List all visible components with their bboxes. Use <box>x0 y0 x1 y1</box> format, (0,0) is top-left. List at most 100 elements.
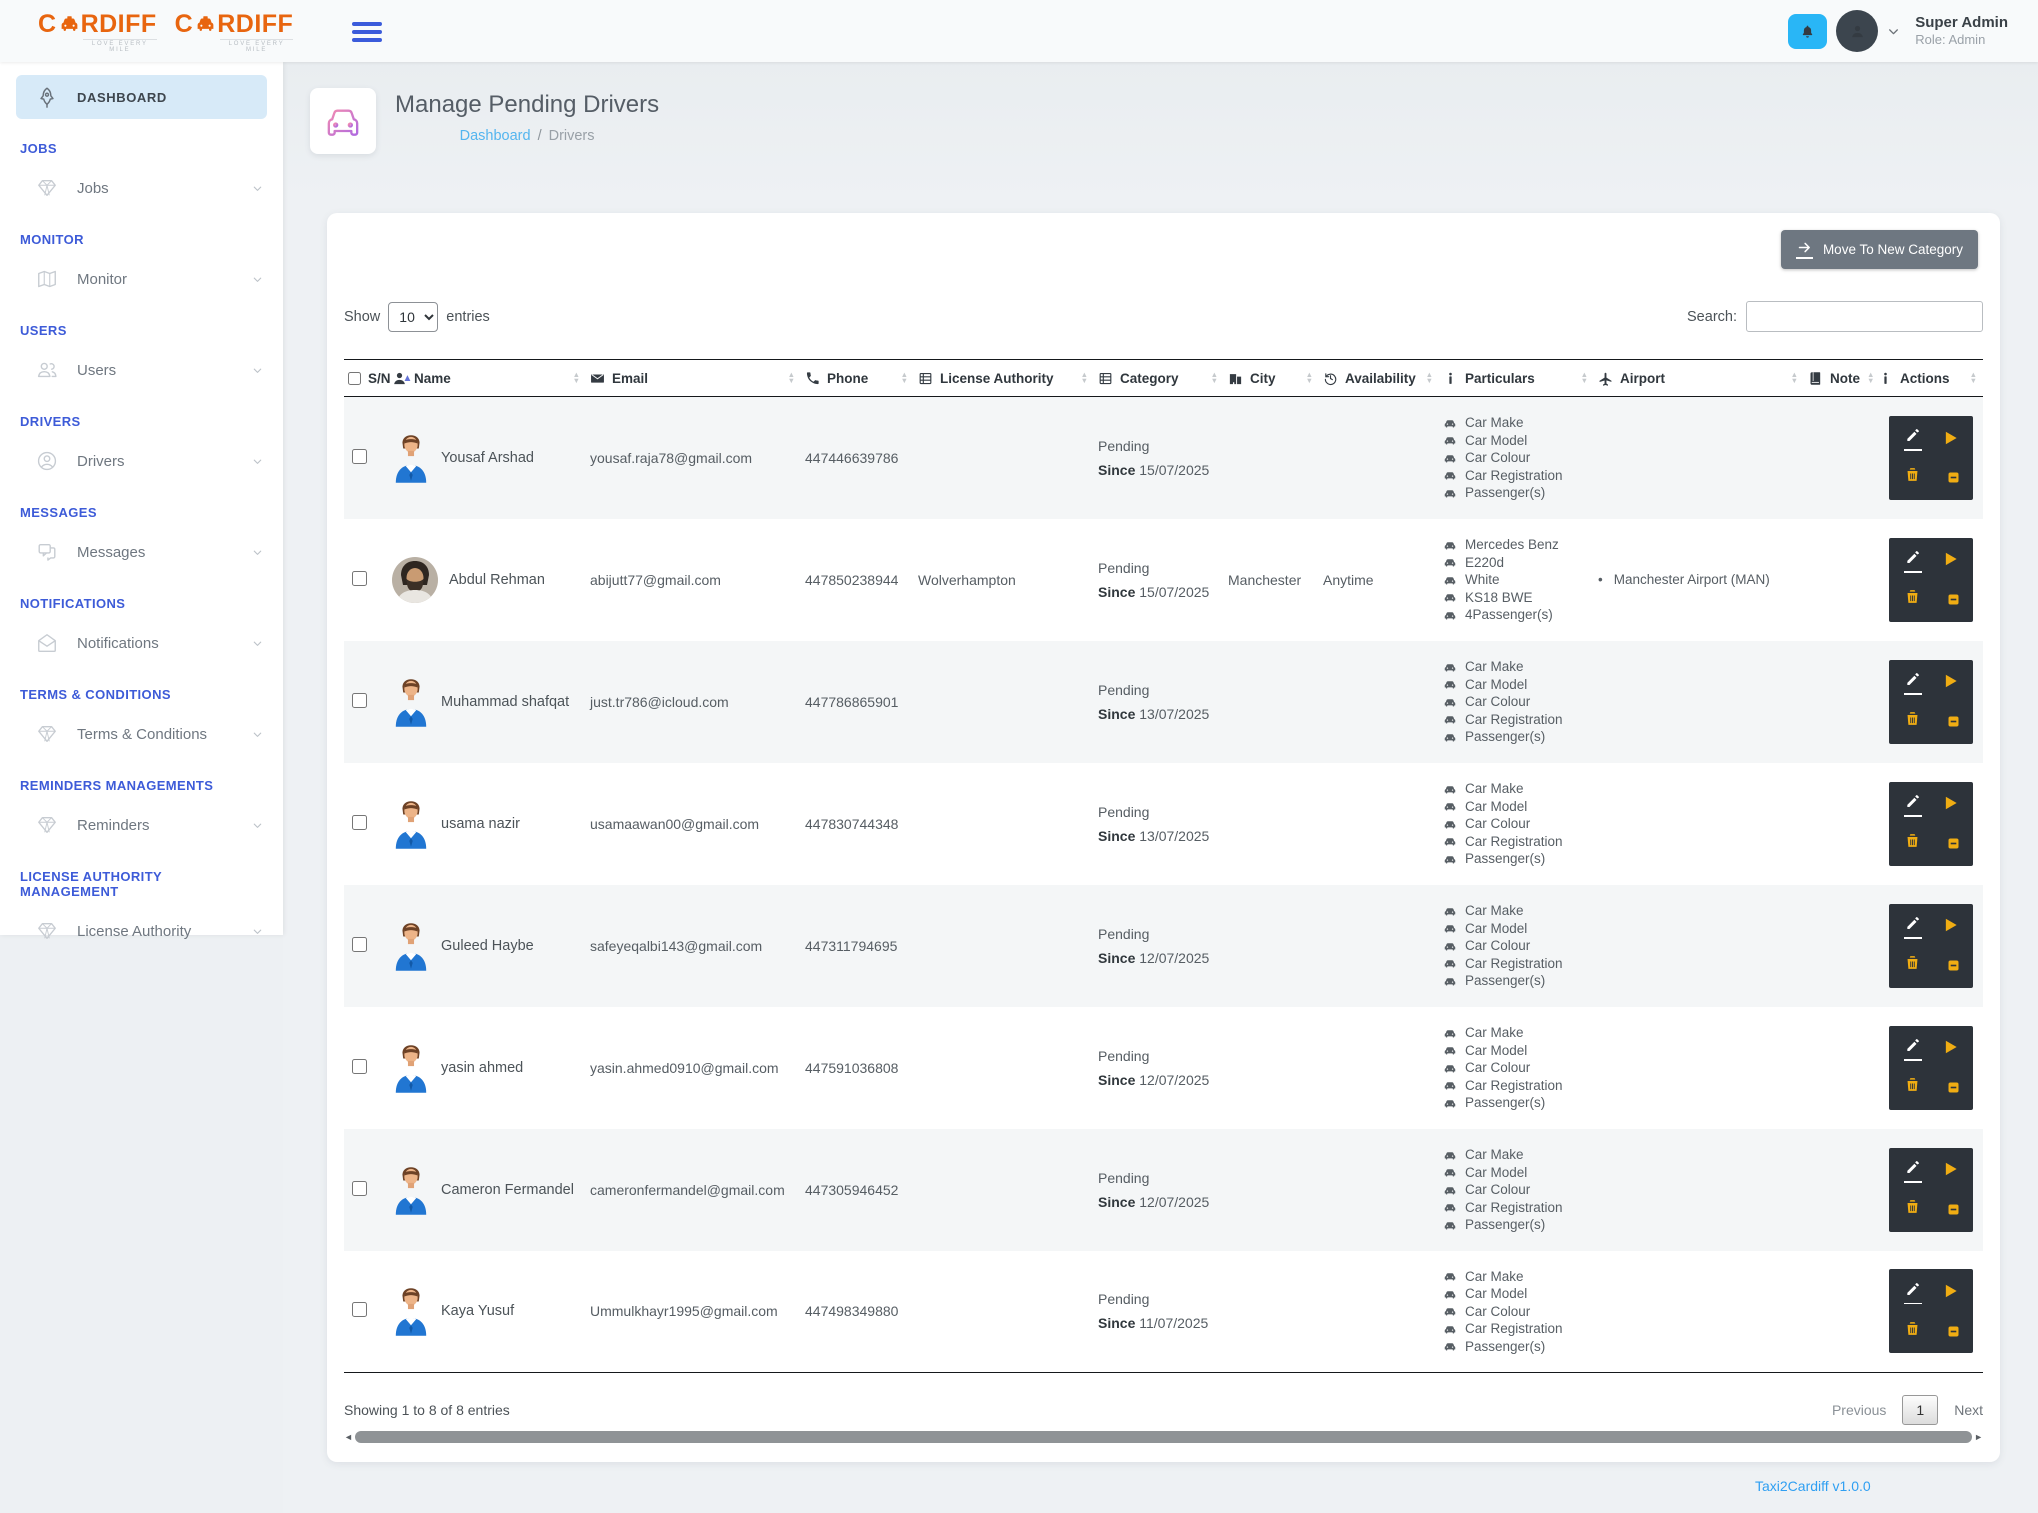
breadcrumb-dashboard-link[interactable]: Dashboard <box>460 128 531 144</box>
row-checkbox[interactable] <box>352 815 367 830</box>
row-checkbox[interactable] <box>352 693 367 708</box>
suspend-button[interactable] <box>1931 945 1968 982</box>
edit-button[interactable] <box>1894 1274 1931 1311</box>
scrollbar-thumb[interactable] <box>355 1431 1972 1443</box>
column-header-license-authority[interactable]: License Authority▲▼ <box>914 360 1094 397</box>
delete-button[interactable] <box>1894 823 1931 860</box>
sidebar-item-users[interactable]: Users <box>0 348 283 392</box>
delete-button[interactable] <box>1894 1311 1931 1348</box>
column-header-phone[interactable]: Phone▲▼ <box>801 360 914 397</box>
approve-button[interactable] <box>1931 665 1968 702</box>
delete-button[interactable] <box>1894 1189 1931 1226</box>
row-checkbox[interactable] <box>352 449 367 464</box>
status-badge: Pending <box>1098 560 1220 576</box>
delete-button[interactable] <box>1894 701 1931 738</box>
row-checkbox[interactable] <box>352 1302 367 1317</box>
suspend-button[interactable] <box>1931 579 1968 616</box>
trash-icon <box>1904 1198 1921 1218</box>
sidebar-item-license-authority[interactable]: License Authority <box>0 909 283 953</box>
suspend-button[interactable] <box>1931 823 1968 860</box>
approve-button[interactable] <box>1931 543 1968 580</box>
particulars-list: Car MakeCar ModelCar ColourCar Registrat… <box>1443 659 1590 744</box>
column-header-email[interactable]: Email▲▼ <box>586 360 801 397</box>
approve-button[interactable] <box>1931 421 1968 458</box>
page-size-select[interactable]: 10 <box>388 302 438 332</box>
row-checkbox[interactable] <box>352 1181 367 1196</box>
suspend-button[interactable] <box>1931 1311 1968 1348</box>
pagination-previous[interactable]: Previous <box>1832 1402 1886 1418</box>
delete-button[interactable] <box>1894 945 1931 982</box>
delete-button[interactable] <box>1894 458 1931 495</box>
delete-button[interactable] <box>1894 1067 1931 1104</box>
sidebar-item-monitor[interactable]: Monitor <box>0 257 283 301</box>
approve-button[interactable] <box>1931 1031 1968 1068</box>
row-checkbox[interactable] <box>352 1059 367 1074</box>
scroll-right-arrow[interactable]: ► <box>1974 1432 1983 1442</box>
notifications-bell-button[interactable] <box>1788 14 1827 49</box>
column-header-name[interactable]: Name▲▼ <box>388 360 586 397</box>
sidebar-group: LICENSE AUTHORITY MANAGEMENT License Aut… <box>0 847 283 953</box>
column-header-note[interactable]: Note▲▼ <box>1804 360 1874 397</box>
pagination-next[interactable]: Next <box>1954 1402 1983 1418</box>
suspend-button[interactable] <box>1931 1189 1968 1226</box>
logo-secondary[interactable]: CRDIFF LOVE EVERY MILE <box>175 10 294 53</box>
footer-version-link[interactable]: Taxi2Cardiff v1.0.0 <box>1755 1478 1871 1494</box>
row-checkbox[interactable] <box>352 937 367 952</box>
sidebar-item-dashboard[interactable]: DASHBOARD <box>16 75 267 119</box>
approve-button[interactable] <box>1931 1153 1968 1190</box>
logo-tagline: LOVE EVERY MILE <box>83 39 157 53</box>
chevron-down-icon[interactable] <box>1887 25 1900 38</box>
sidebar-item-terms-conditions[interactable]: Terms & Conditions <box>0 712 283 756</box>
suspend-button[interactable] <box>1931 1067 1968 1104</box>
car-icon <box>1443 555 1457 569</box>
move-to-new-category-button[interactable]: Move To New Category <box>1781 230 1978 269</box>
scroll-left-arrow[interactable]: ◄ <box>344 1432 353 1442</box>
list-icon <box>918 371 933 386</box>
sidebar-item-drivers[interactable]: Drivers <box>0 439 283 483</box>
search-label: Search: <box>1687 309 1737 325</box>
edit-button[interactable] <box>1894 543 1931 580</box>
column-header-sn[interactable]: S/N▲ <box>344 360 388 397</box>
approve-button[interactable] <box>1931 787 1968 824</box>
edit-button[interactable] <box>1894 787 1931 824</box>
car-icon <box>1443 1339 1457 1353</box>
column-header-particulars[interactable]: Particulars▲▼ <box>1439 360 1594 397</box>
delete-button[interactable] <box>1894 579 1931 616</box>
driver-since-date: 15/07/2025 <box>1139 462 1209 478</box>
suspend-button[interactable] <box>1931 701 1968 738</box>
edit-button[interactable] <box>1894 665 1931 702</box>
column-header-airport[interactable]: Airport▲▼ <box>1594 360 1804 397</box>
user-avatar[interactable] <box>1836 10 1878 52</box>
page-title: Manage Pending Drivers <box>395 91 659 119</box>
column-header-availability[interactable]: Availability▲▼ <box>1319 360 1439 397</box>
column-header-city[interactable]: City▲▼ <box>1224 360 1319 397</box>
drivers-table-wrap: S/N▲ Name▲▼ Email▲▼ Phone▲▼ License Auth… <box>344 359 1983 1373</box>
approve-button[interactable] <box>1931 1274 1968 1311</box>
column-header-category[interactable]: Category▲▼ <box>1094 360 1224 397</box>
edit-button[interactable] <box>1894 421 1931 458</box>
play-icon <box>1940 1281 1960 1304</box>
driver-availability <box>1319 1007 1439 1129</box>
edit-button[interactable] <box>1894 1153 1931 1190</box>
driver-city <box>1224 397 1319 519</box>
approve-button[interactable] <box>1931 909 1968 946</box>
row-checkbox[interactable] <box>352 571 367 586</box>
logo-primary[interactable]: CRDIFF LOVE EVERY MILE <box>38 10 157 53</box>
driver-since-date: 13/07/2025 <box>1139 706 1209 722</box>
edit-button[interactable] <box>1894 909 1931 946</box>
hamburger-menu-button[interactable] <box>352 18 382 46</box>
select-all-checkbox[interactable] <box>348 371 361 386</box>
sidebar-item-notifications[interactable]: Notifications <box>0 621 283 665</box>
particulars-list: Car MakeCar ModelCar ColourCar Registrat… <box>1443 1147 1590 1232</box>
column-header-actions[interactable]: Actions▲▼ <box>1874 360 1983 397</box>
driver-name: Abdul Rehman <box>449 572 545 588</box>
sidebar-item-jobs[interactable]: Jobs <box>0 166 283 210</box>
search-input[interactable] <box>1746 301 1983 332</box>
suspend-button[interactable] <box>1931 458 1968 495</box>
sidebar-group-heading: REMINDERS MANAGEMENTS <box>0 756 283 803</box>
driver-note <box>1804 1129 1874 1251</box>
pagination-page-1[interactable]: 1 <box>1902 1395 1938 1425</box>
edit-button[interactable] <box>1894 1031 1931 1068</box>
sidebar-item-reminders[interactable]: Reminders <box>0 803 283 847</box>
sidebar-item-messages[interactable]: Messages <box>0 530 283 574</box>
